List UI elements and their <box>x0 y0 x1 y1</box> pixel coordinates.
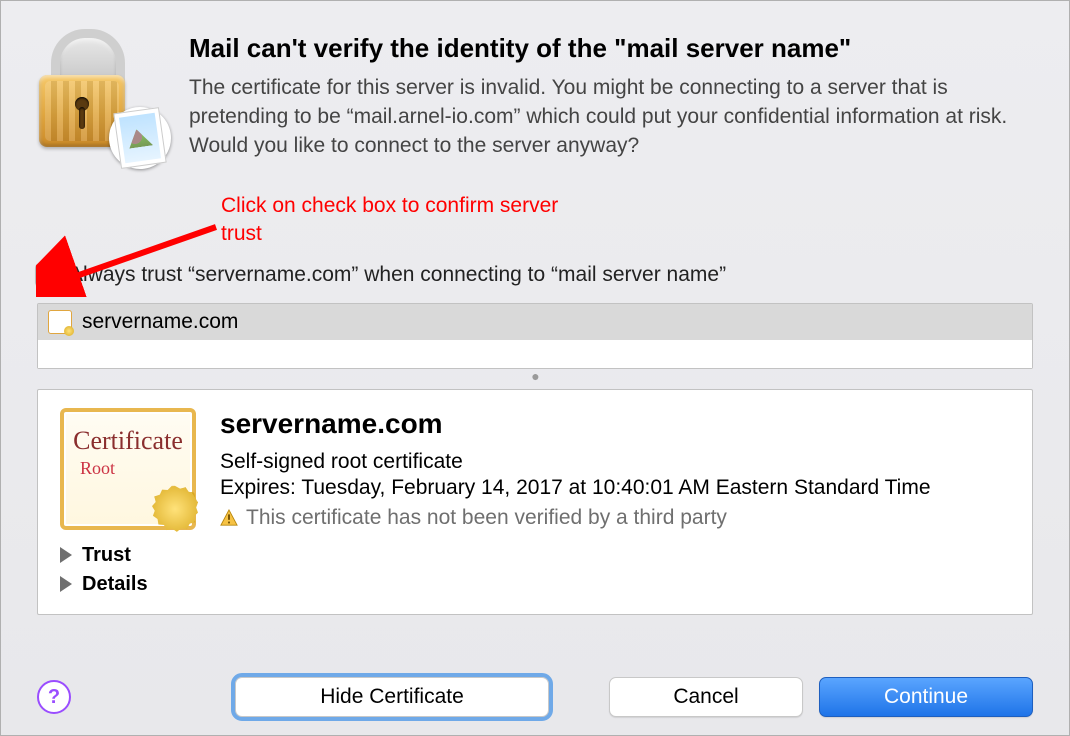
details-disclosure-label: Details <box>82 573 148 596</box>
mail-stamp-icon <box>105 103 175 173</box>
certificate-chain-list[interactable]: servername.com <box>37 303 1033 369</box>
always-trust-label: Always trust “servername.com” when conne… <box>69 263 726 287</box>
header-text: Mail can't verify the identity of the "m… <box>177 29 1033 161</box>
certificate-info: servername.com Self-signed root certific… <box>220 408 1010 530</box>
dialog-header: Mail can't verify the identity of the "m… <box>1 1 1069 169</box>
certificate-kind: Self-signed root certificate <box>220 450 1010 474</box>
certificate-large-icon: Certificate Root <box>60 408 196 530</box>
certificate-badge-title: Certificate <box>64 426 192 456</box>
warning-icon <box>220 509 238 527</box>
certificate-chain-item-label: servername.com <box>82 310 238 334</box>
certificate-warning-row: This certificate has not been verified b… <box>220 506 1010 530</box>
seal-icon <box>152 486 198 532</box>
cancel-button[interactable]: Cancel <box>609 677 803 717</box>
dialog-title: Mail can't verify the identity of the "m… <box>189 33 1033 64</box>
help-button[interactable]: ? <box>37 680 71 714</box>
certificate-badge-sub: Root <box>80 458 192 479</box>
disclosure-triangle-icon <box>60 576 72 592</box>
certificate-warning-text: This certificate has not been verified b… <box>246 506 727 530</box>
disclosure-triangle-icon <box>60 547 72 563</box>
certificate-common-name: servername.com <box>220 408 1010 440</box>
lock-mail-icon <box>37 29 177 149</box>
resize-handle-icon[interactable]: ● <box>1 369 1069 383</box>
always-trust-checkbox[interactable] <box>35 263 59 287</box>
always-trust-row: Always trust “servername.com” when conne… <box>1 263 1069 287</box>
certificate-chain-empty-row <box>38 340 1032 368</box>
trust-disclosure[interactable]: Trust <box>60 544 1010 567</box>
details-disclosure[interactable]: Details <box>60 573 1010 596</box>
certificate-icon <box>48 310 72 334</box>
disclosure-section: Trust Details <box>60 544 1010 596</box>
hide-certificate-button[interactable]: Hide Certificate <box>235 677 549 717</box>
certificate-expiry: Expires: Tuesday, February 14, 2017 at 1… <box>220 476 1010 500</box>
certificate-chain-item[interactable]: servername.com <box>38 304 1032 340</box>
annotation-text: Click on check box to confirm server tru… <box>221 192 576 249</box>
certificate-trust-dialog: Mail can't verify the identity of the "m… <box>0 0 1070 736</box>
trust-disclosure-label: Trust <box>82 544 131 567</box>
button-bar: ? Hide Certificate Cancel Continue <box>1 677 1069 717</box>
continue-button[interactable]: Continue <box>819 677 1033 717</box>
certificate-details-panel: Certificate Root servername.com Self-sig… <box>37 389 1033 615</box>
dialog-description: The certificate for this server is inval… <box>189 74 1033 161</box>
